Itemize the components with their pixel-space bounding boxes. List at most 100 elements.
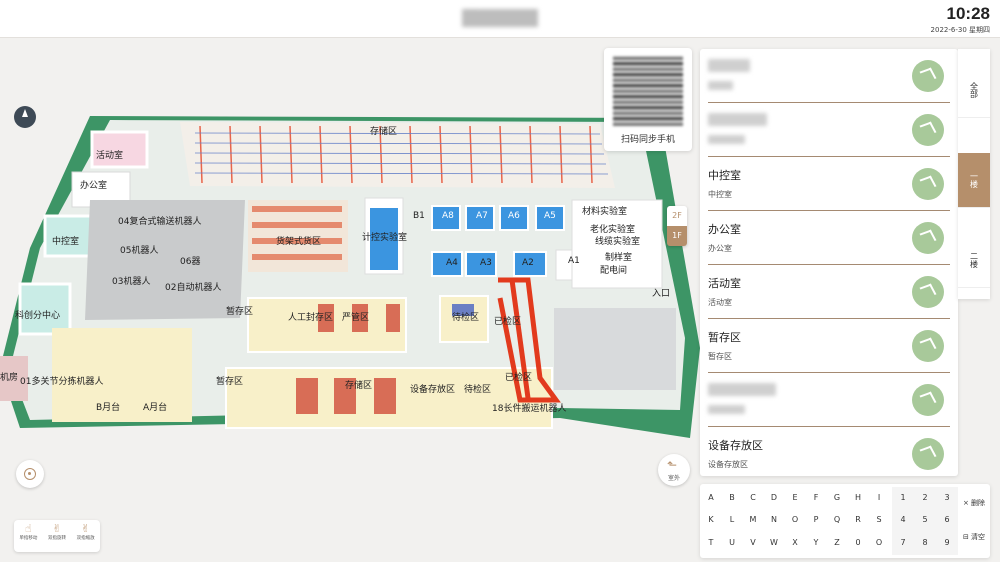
map-label-control-room[interactable]: 中控室 [52, 234, 79, 247]
key[interactable]: X [784, 532, 806, 554]
navigate-icon[interactable] [912, 384, 944, 416]
map-label-a5[interactable]: A5 [544, 211, 556, 221]
list-item[interactable]: 暂存区 暂存区 [708, 319, 950, 373]
key[interactable]: C [742, 487, 764, 509]
key[interactable]: M [742, 509, 764, 531]
map-label-pending-2[interactable]: 待检区 [464, 382, 491, 395]
key[interactable]: I [868, 487, 890, 509]
onscreen-keyboard[interactable]: A B C D E F G H I K L M N O P Q R S T U … [700, 484, 990, 558]
navigate-icon[interactable] [912, 330, 944, 362]
navigate-icon[interactable] [912, 222, 944, 254]
key[interactable]: 6 [936, 509, 958, 531]
navigate-icon[interactable] [912, 60, 944, 92]
map-label-robot-05[interactable]: 05机器人 [120, 243, 158, 256]
map-label-robot-01[interactable]: 01多关节分拣机器人 [20, 374, 103, 387]
key[interactable]: 0 [847, 532, 869, 554]
key[interactable]: B [721, 487, 743, 509]
key[interactable]: O [868, 532, 890, 554]
map-label-b1[interactable]: B1 [413, 211, 425, 221]
list-item[interactable]: ███████ ██████ [708, 103, 950, 157]
key[interactable]: Q [826, 509, 848, 531]
map-label-device-zone[interactable]: 设备存放区 [410, 382, 455, 395]
key[interactable]: R [847, 509, 869, 531]
map-label-seal-zone[interactable]: 人工封存区 [288, 310, 333, 323]
key[interactable]: 7 [892, 532, 914, 554]
map-label-a7[interactable]: A7 [476, 211, 488, 221]
floor-tabs[interactable]: 全部 一楼 二楼 [958, 49, 990, 299]
map-canvas[interactable] [0, 38, 700, 562]
map-label-temp-zone-1[interactable]: 暂存区 [226, 304, 253, 317]
map-label-pack-zone[interactable]: 严管区 [342, 310, 369, 323]
key[interactable]: 4 [892, 509, 914, 531]
map-label-storage[interactable]: 存储区 [370, 124, 397, 137]
list-item[interactable]: 中控室 中控室 [708, 157, 950, 211]
key[interactable]: F [805, 487, 827, 509]
navigate-icon[interactable] [912, 114, 944, 146]
map-label-b-month[interactable]: B月台 [96, 400, 120, 413]
key[interactable]: N [763, 509, 785, 531]
outdoor-button[interactable]: ⬑ 室外 [658, 454, 690, 486]
map-label-robot-18[interactable]: 18长件搬运机器人 [492, 401, 566, 414]
map-label-lab-control[interactable]: 计控实验室 [362, 230, 407, 243]
key[interactable]: W [763, 532, 785, 554]
map-label-a-month[interactable]: A月台 [143, 400, 167, 413]
compass-icon[interactable] [14, 106, 36, 128]
tab-all[interactable]: 全部 [958, 63, 990, 118]
key[interactable]: G [826, 487, 848, 509]
key[interactable]: Z [826, 532, 848, 554]
map-label-conveyor-robot[interactable]: 04复合式输送机器人 [118, 214, 201, 227]
key[interactable]: 3 [936, 487, 958, 509]
key[interactable]: K [700, 509, 722, 531]
map-label-shelf-zone[interactable]: 货架式货区 [276, 234, 321, 247]
map-label-a1[interactable]: A1 [568, 256, 580, 266]
key[interactable]: A [700, 487, 722, 509]
navigate-icon[interactable] [912, 438, 944, 470]
list-item[interactable]: █████ ████ [708, 49, 950, 103]
floor-toggle[interactable]: 2F 1F [667, 206, 687, 246]
map-label-a6[interactable]: A6 [508, 211, 520, 221]
key[interactable]: V [742, 532, 764, 554]
key[interactable]: O [784, 509, 806, 531]
map-label-material-lab[interactable]: 材料实验室 [582, 204, 627, 217]
delete-key[interactable]: × 删除 [958, 488, 990, 518]
key[interactable]: 2 [914, 487, 936, 509]
map-label-office[interactable]: 办公室 [80, 178, 107, 191]
map-label-cable-lab[interactable]: 线缆实验室 [595, 234, 640, 247]
map-label-a8[interactable]: A8 [442, 211, 454, 221]
map-label-a3[interactable]: A3 [480, 258, 492, 268]
key[interactable]: E [784, 487, 806, 509]
map-label-temp-zone-2[interactable]: 暂存区 [216, 374, 243, 387]
list-item[interactable]: 设备存放区 设备存放区 [708, 427, 950, 476]
navigate-icon[interactable] [912, 276, 944, 308]
floor-1f-button[interactable]: 1F [667, 226, 687, 246]
tab-floor-2[interactable]: 二楼 [958, 233, 990, 288]
map-label-robot-03[interactable]: 03机器人 [112, 274, 150, 287]
map-label-a4[interactable]: A4 [446, 258, 458, 268]
map-label-checked-1[interactable]: 已检区 [494, 314, 521, 327]
key[interactable]: U [721, 532, 743, 554]
key[interactable]: 5 [914, 509, 936, 531]
locate-button[interactable] [16, 460, 44, 488]
key[interactable]: 9 [936, 532, 958, 554]
map-label-activity-room[interactable]: 活动室 [96, 148, 123, 161]
clear-key[interactable]: ⊟ 清空 [958, 522, 990, 552]
map-label-entrance[interactable]: 入口 [652, 286, 670, 299]
key[interactable]: 8 [914, 532, 936, 554]
map-label-checked-2[interactable]: 已检区 [505, 370, 532, 383]
map-label-machine-room[interactable]: 机房 [0, 370, 18, 383]
key[interactable]: D [763, 487, 785, 509]
map-label-sci-center[interactable]: 科创分中心 [15, 308, 60, 321]
floor-map[interactable]: 存储区 活动室 办公室 中控室 科创分中心 机房 04复合式输送机器人 05机器… [0, 38, 700, 562]
map-label-power-room[interactable]: 配电间 [600, 263, 627, 276]
key[interactable]: T [700, 532, 722, 554]
floor-2f-button[interactable]: 2F [667, 206, 687, 226]
navigate-icon[interactable] [912, 168, 944, 200]
location-list[interactable]: █████ ████ ███████ ██████ 中控室 中控室 办公室 办公… [700, 49, 958, 476]
map-label-machine-06[interactable]: 06器 [180, 254, 200, 267]
key[interactable]: H [847, 487, 869, 509]
key[interactable]: P [805, 509, 827, 531]
map-label-storage-2[interactable]: 存储区 [345, 378, 372, 391]
list-item[interactable]: ████████ ██████ [708, 373, 950, 427]
map-label-a2[interactable]: A2 [522, 258, 534, 268]
key[interactable]: 1 [892, 487, 914, 509]
